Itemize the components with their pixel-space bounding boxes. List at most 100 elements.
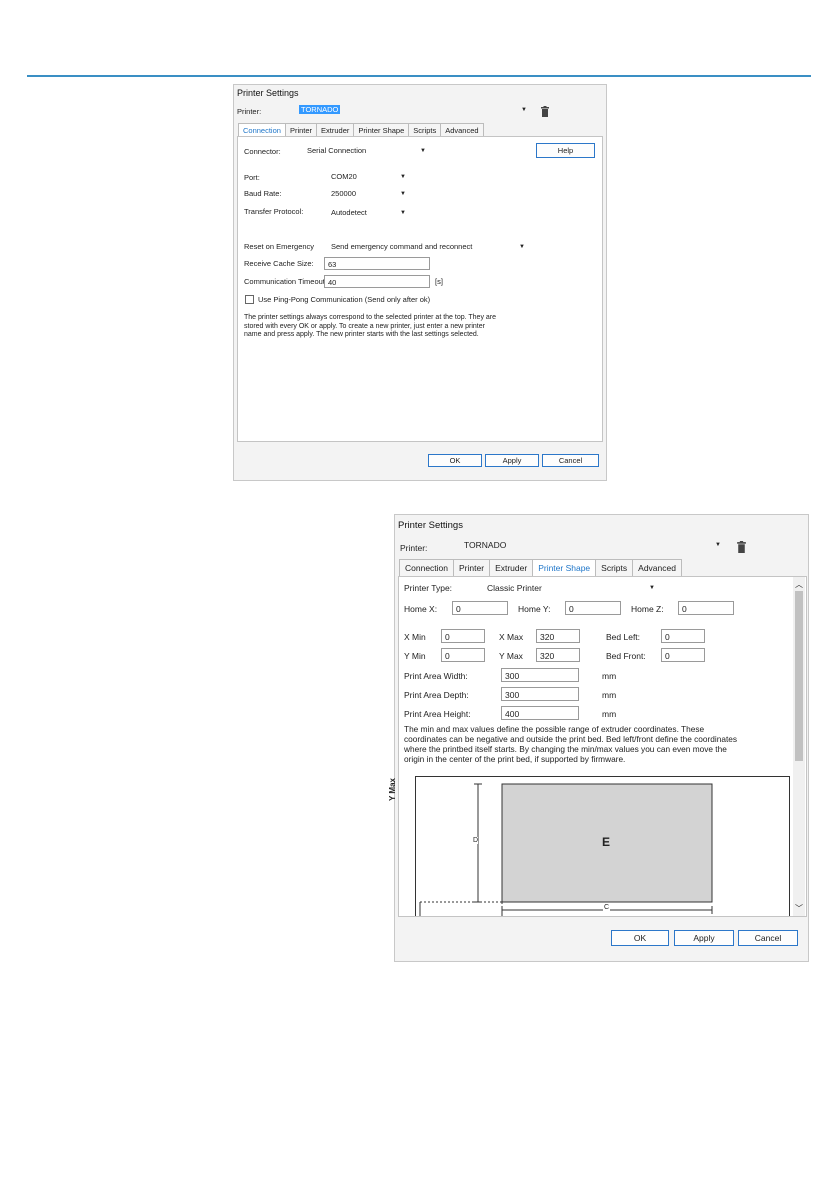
tab-advanced[interactable]: Advanced bbox=[632, 559, 682, 576]
width-unit: mm bbox=[602, 671, 617, 681]
receive-cache-input[interactable]: 63 bbox=[324, 257, 430, 270]
connection-note: The printer settings always correspond t… bbox=[244, 314, 497, 338]
baud-rate-label: Baud Rate: bbox=[244, 189, 282, 198]
communication-timeout-input[interactable]: 40 bbox=[324, 275, 430, 288]
chevron-down-icon: ▼ bbox=[400, 174, 406, 180]
y-min-label: Y Min bbox=[404, 651, 426, 661]
port-select-value: COM20 bbox=[331, 172, 357, 181]
printer-select[interactable]: TORNADO ▼ bbox=[296, 104, 531, 116]
bed-diagram: E D C bbox=[415, 776, 790, 916]
bed-left-input[interactable]: 0 bbox=[661, 629, 705, 643]
y-max-input[interactable]: 320 bbox=[536, 648, 580, 662]
tab-printer-shape[interactable]: Printer Shape bbox=[353, 123, 410, 137]
scroll-up-icon[interactable]: ︿ bbox=[795, 579, 803, 590]
cancel-button[interactable]: Cancel bbox=[542, 454, 599, 467]
print-area-depth-input[interactable]: 300 bbox=[501, 687, 579, 701]
y-min-input[interactable]: 0 bbox=[441, 648, 485, 662]
home-y-label: Home Y: bbox=[518, 604, 551, 614]
home-x-input[interactable]: 0 bbox=[452, 601, 508, 615]
reset-on-emergency-label: Reset on Emergency bbox=[244, 242, 315, 251]
printer-type-select[interactable]: Classic Printer ▼ bbox=[484, 582, 659, 595]
print-area-height-input[interactable]: 400 bbox=[501, 706, 579, 720]
print-area-width-input[interactable]: 300 bbox=[501, 668, 579, 682]
scroll-down-icon[interactable]: ﹀ bbox=[795, 903, 803, 914]
port-label: Port: bbox=[244, 173, 260, 182]
reset-on-emergency-select-value: Send emergency command and reconnect bbox=[331, 242, 473, 251]
trash-icon[interactable] bbox=[540, 106, 550, 117]
page-rule bbox=[27, 75, 811, 77]
tab-bar: Connection Printer Extruder Printer Shap… bbox=[238, 123, 484, 137]
communication-timeout-label: Communication Timeout: bbox=[244, 277, 327, 286]
print-area-depth-label: Print Area Depth: bbox=[404, 690, 469, 700]
port-select[interactable]: COM20 ▼ bbox=[328, 171, 410, 183]
chevron-down-icon: ▼ bbox=[400, 191, 406, 197]
depth-dimension-label: D bbox=[473, 837, 479, 844]
tab-extruder[interactable]: Extruder bbox=[489, 559, 534, 576]
printer-settings-dialog-connection: Printer Settings Printer: TORNADO ▼ Conn… bbox=[233, 84, 607, 481]
tab-printer[interactable]: Printer bbox=[284, 123, 318, 137]
reset-on-emergency-select[interactable]: Send emergency command and reconnect ▼ bbox=[328, 241, 529, 253]
depth-unit: mm bbox=[602, 690, 617, 700]
transfer-protocol-select[interactable]: Autodetect ▼ bbox=[328, 207, 410, 219]
x-max-label: X Max bbox=[499, 632, 524, 642]
tab-printer-shape[interactable]: Printer Shape bbox=[532, 559, 597, 576]
ok-button[interactable]: OK bbox=[611, 930, 669, 946]
vertical-scrollbar[interactable]: ︿ ﹀ bbox=[793, 577, 805, 916]
connector-label: Connector: bbox=[244, 147, 281, 156]
x-min-label: X Min bbox=[404, 632, 426, 642]
printer-shape-note: The min and max values define the possib… bbox=[404, 724, 738, 764]
scrollbar-thumb[interactable] bbox=[795, 591, 803, 761]
connection-panel: Connector: Serial Connection ▼ Help Port… bbox=[237, 136, 603, 442]
tab-printer[interactable]: Printer bbox=[453, 559, 491, 576]
bed-front-input[interactable]: 0 bbox=[661, 648, 705, 662]
height-unit: mm bbox=[602, 709, 617, 719]
printer-select-value: TORNADO bbox=[299, 105, 341, 114]
dialog-title: Printer Settings bbox=[237, 88, 299, 98]
bed-front-label: Bed Front: bbox=[606, 651, 646, 661]
x-max-input[interactable]: 320 bbox=[536, 629, 580, 643]
tab-connection[interactable]: Connection bbox=[399, 559, 455, 576]
connector-select-value: Serial Connection bbox=[307, 146, 367, 155]
chevron-down-icon: ▼ bbox=[521, 107, 527, 113]
home-y-input[interactable]: 0 bbox=[565, 601, 621, 615]
connector-select[interactable]: Serial Connection ▼ bbox=[304, 145, 430, 157]
home-z-label: Home Z: bbox=[631, 604, 664, 614]
cancel-button[interactable]: Cancel bbox=[738, 930, 798, 946]
printer-select[interactable]: TORNADO ▼ bbox=[461, 539, 725, 552]
ok-button[interactable]: OK bbox=[428, 454, 482, 467]
tab-scripts[interactable]: Scripts bbox=[595, 559, 634, 576]
ping-pong-checkbox[interactable] bbox=[245, 295, 254, 304]
tab-extruder[interactable]: Extruder bbox=[316, 123, 355, 137]
printer-settings-dialog-printer-shape: Printer Settings Printer: TORNADO ▼ Conn… bbox=[388, 514, 809, 962]
apply-button[interactable]: Apply bbox=[674, 930, 734, 946]
chevron-down-icon: ▼ bbox=[400, 210, 406, 216]
chevron-down-icon: ▼ bbox=[715, 542, 721, 548]
tab-advanced[interactable]: Advanced bbox=[440, 123, 484, 137]
printer-type-select-value: Classic Printer bbox=[487, 583, 542, 593]
trash-icon[interactable] bbox=[736, 541, 747, 553]
printer-shape-panel: Printer Type: Classic Printer ▼ Home X: … bbox=[398, 576, 807, 917]
printer-label: Printer: bbox=[237, 107, 262, 116]
transfer-protocol-select-value: Autodetect bbox=[331, 208, 367, 217]
home-z-input[interactable]: 0 bbox=[678, 601, 734, 615]
transfer-protocol-label: Transfer Protocol: bbox=[244, 207, 304, 216]
baud-rate-select-value: 250000 bbox=[331, 189, 357, 198]
bed-left-label: Bed Left: bbox=[606, 632, 641, 642]
tab-bar: Connection Printer Extruder Printer Shap… bbox=[399, 559, 682, 576]
dialog-title: Printer Settings bbox=[398, 520, 463, 531]
home-x-label: Home X: bbox=[404, 604, 438, 614]
x-min-input[interactable]: 0 bbox=[441, 629, 485, 643]
ping-pong-label: Use Ping-Pong Communication (Send only a… bbox=[258, 295, 431, 304]
chevron-down-icon: ▼ bbox=[519, 244, 525, 250]
apply-button[interactable]: Apply bbox=[485, 454, 539, 467]
bed-label: E bbox=[602, 835, 611, 849]
print-area-width-label: Print Area Width: bbox=[404, 671, 468, 681]
y-max-label: Y Max bbox=[499, 651, 523, 661]
y-max-axis-label: Y Max bbox=[387, 778, 397, 801]
printer-label: Printer: bbox=[400, 543, 428, 553]
baud-rate-select[interactable]: 250000 ▼ bbox=[328, 188, 410, 200]
help-button[interactable]: Help bbox=[536, 143, 595, 158]
tab-scripts[interactable]: Scripts bbox=[408, 123, 442, 137]
tab-connection[interactable]: Connection bbox=[238, 123, 286, 137]
width-dimension-label: C bbox=[603, 904, 611, 911]
